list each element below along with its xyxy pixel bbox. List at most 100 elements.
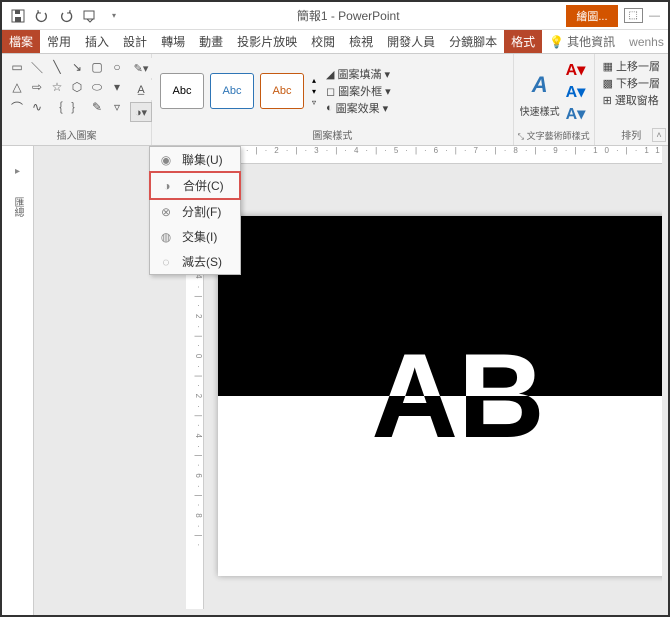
menu-subtract[interactable]: ◌ 減去(S) <box>150 249 240 274</box>
gallery-up-icon[interactable]: ▴ <box>312 76 316 85</box>
bring-forward-icon: ▦ <box>603 60 613 73</box>
tab-tellme[interactable]: 💡其他資訊 <box>542 30 622 53</box>
slide-canvas-area[interactable]: AB <box>204 164 662 609</box>
menu-combine[interactable]: ◑ 合併(C) <box>149 171 241 200</box>
send-backward-icon: ▩ <box>603 77 613 90</box>
wordart-quick-styles-icon[interactable]: A <box>522 67 558 103</box>
horizontal-ruler: ·|·1·|·2·|·3·|·4·|·5·|·6·|·7·|·8·|·9·|·1… <box>204 146 662 164</box>
shape-effects-button[interactable]: ◐圖案效果 ▾ <box>326 100 391 116</box>
group-wordart-styles: A 快速樣式 A▾ A▾ A▾ ⤡ 文字藝術師樣式 <box>514 54 595 145</box>
pane-label: 匯總 <box>10 197 25 217</box>
fragment-icon: ⊗ <box>158 204 174 220</box>
shape-rect-icon[interactable]: ▢ <box>88 58 106 76</box>
text-outline-icon[interactable]: A▾ <box>566 82 586 102</box>
menu-intersect[interactable]: ◍ 交集(I) <box>150 224 240 249</box>
pane-chevron-icon[interactable]: ▸ <box>15 166 20 177</box>
account-label[interactable]: wenhs <box>622 32 670 52</box>
tab-insert[interactable]: 插入 <box>78 30 116 53</box>
union-icon: ◉ <box>158 152 174 168</box>
shape-style-gallery[interactable]: Abc Abc Abc ▴ ▾ ▿ <box>156 69 322 113</box>
undo-icon[interactable] <box>34 8 50 24</box>
fill-icon: ◢ <box>326 68 334 81</box>
minimize-icon[interactable]: — <box>649 10 660 22</box>
tab-file[interactable]: 檔案 <box>2 30 40 53</box>
shape-freeform-icon[interactable]: ∿ <box>28 98 46 116</box>
contextual-tab-label: 繪圖... <box>566 5 617 27</box>
send-backward-button[interactable]: ▩下移一層 <box>603 75 660 91</box>
outline-pane[interactable]: ▸ 匯總 <box>2 146 34 615</box>
group-label-shape-styles: 圖案樣式 <box>156 126 509 143</box>
ribbon-tabs: 檔案 常用 插入 設計 轉場 動畫 投影片放映 校閱 檢視 開發人員 分鏡腳本 … <box>2 30 668 54</box>
shape-line-icon[interactable]: ＼ <box>28 58 46 76</box>
ribbon-display-icon[interactable]: ⬚ <box>624 8 643 23</box>
shape-outline-button[interactable]: ◻圖案外框 ▾ <box>326 83 391 99</box>
shape-brace2-icon[interactable]: ｝ <box>68 98 86 116</box>
slide[interactable]: AB <box>218 216 662 576</box>
slide-text-ab[interactable]: AB <box>371 336 544 456</box>
outline-icon: ◻ <box>326 85 335 98</box>
shape-oval-icon[interactable]: ○ <box>108 58 126 76</box>
style-preset-3[interactable]: Abc <box>260 73 304 109</box>
text-box-button[interactable]: A̲ <box>130 80 152 100</box>
tab-review[interactable]: 校閱 <box>304 30 342 53</box>
tab-slideshow[interactable]: 投影片放映 <box>230 30 304 53</box>
shape-arrow-icon[interactable]: ⇨ <box>28 78 46 96</box>
quick-styles-label: 快速樣式 <box>520 103 560 118</box>
redo-icon[interactable] <box>58 8 74 24</box>
tab-design[interactable]: 設計 <box>116 30 154 53</box>
shape-star-icon[interactable]: ☆ <box>48 78 66 96</box>
tab-animations[interactable]: 動畫 <box>192 30 230 53</box>
shape-brace-icon[interactable]: ｛ <box>48 98 66 116</box>
text-fill-icon[interactable]: A▾ <box>566 60 586 80</box>
shape-triangle-icon[interactable]: △ <box>8 78 26 96</box>
tab-format[interactable]: 格式 <box>504 30 542 53</box>
shape-scribble-icon[interactable]: ✎ <box>88 98 106 116</box>
title-bar: ▾ 簡報1 - PowerPoint 繪圖... ⬚ — <box>2 2 668 30</box>
tab-home[interactable]: 常用 <box>40 30 78 53</box>
gallery-down-icon[interactable]: ▾ <box>312 87 316 96</box>
bring-forward-button[interactable]: ▦上移一層 <box>603 58 660 74</box>
lightbulb-icon: 💡 <box>549 35 564 49</box>
collapse-ribbon-button[interactable]: ˄ <box>652 128 666 142</box>
intersect-icon: ◍ <box>158 229 174 245</box>
group-label-wordart: ⤡ 文字藝術師樣式 <box>518 128 590 143</box>
start-from-beginning-icon[interactable] <box>82 8 98 24</box>
combine-icon: ◑ <box>159 178 175 194</box>
shape-hexagon-icon[interactable]: ⬡ <box>68 78 86 96</box>
group-shape-styles: Abc Abc Abc ▴ ▾ ▿ ◢圖案填滿 ▾ ◻圖案外框 ▾ ◐圖案效果 … <box>152 54 514 145</box>
merge-shapes-menu: ◉ 聯集(U) ◑ 合併(C) ⊗ 分割(F) ◍ 交集(I) ◌ 減去(S) <box>149 146 241 275</box>
ribbon: ▭ ＼ ╲ ↘ ▢ ○ △ ⇨ ☆ ⬡ ⬭ ▾ ⌒ ∿ ｛ ｝ ✎ ▿ ✎▾ <box>2 54 668 146</box>
group-label-insert-shapes: 插入圖案 <box>6 126 147 143</box>
group-insert-shapes: ▭ ＼ ╲ ↘ ▢ ○ △ ⇨ ☆ ⬡ ⬭ ▾ ⌒ ∿ ｛ ｝ ✎ ▿ ✎▾ <box>2 54 152 145</box>
tab-addins[interactable]: 分鏡腳本 <box>442 30 504 53</box>
workspace: ▸ 匯總 ·|·1·|·2·|·3·|·4·|·5·|·6·|·7·|·8·|·… <box>2 146 668 615</box>
merge-shapes-button[interactable]: ◑▾ <box>130 102 152 122</box>
shape-callout-icon[interactable]: ⬭ <box>88 78 106 96</box>
shape-curve-icon[interactable]: ⌒ <box>8 98 26 116</box>
gallery-more-icon[interactable]: ▿ <box>312 98 316 107</box>
shape-fill-button[interactable]: ◢圖案填滿 ▾ <box>326 66 391 82</box>
shape-expand-icon[interactable]: ▿ <box>108 98 126 116</box>
subtract-icon: ◌ <box>158 254 174 270</box>
menu-fragment[interactable]: ⊗ 分割(F) <box>150 199 240 224</box>
menu-union[interactable]: ◉ 聯集(U) <box>150 147 240 172</box>
tab-view[interactable]: 檢視 <box>342 30 380 53</box>
window-title: 簡報1 - PowerPoint <box>130 7 566 24</box>
text-effects-icon[interactable]: A▾ <box>566 104 586 124</box>
edit-shape-button[interactable]: ✎▾ <box>130 58 152 78</box>
shapes-gallery[interactable]: ▭ ＼ ╲ ↘ ▢ ○ △ ⇨ ☆ ⬡ ⬭ ▾ ⌒ ∿ ｛ ｝ ✎ ▿ <box>6 56 128 126</box>
quick-access-toolbar: ▾ <box>2 8 130 24</box>
shape-connector-icon[interactable]: ↘ <box>68 58 86 76</box>
selection-pane-button[interactable]: ⊞選取窗格 <box>603 92 660 108</box>
shape-textbox-icon[interactable]: ▭ <box>8 58 26 76</box>
selection-pane-icon: ⊞ <box>603 94 612 107</box>
style-preset-1[interactable]: Abc <box>160 73 204 109</box>
style-preset-2[interactable]: Abc <box>210 73 254 109</box>
effects-icon: ◐ <box>326 102 333 114</box>
tab-transitions[interactable]: 轉場 <box>154 30 192 53</box>
shape-line2-icon[interactable]: ╲ <box>48 58 66 76</box>
tab-developer[interactable]: 開發人員 <box>380 30 442 53</box>
qat-more-icon[interactable]: ▾ <box>106 8 122 24</box>
shape-more-icon[interactable]: ▾ <box>108 78 126 96</box>
save-icon[interactable] <box>10 8 26 24</box>
